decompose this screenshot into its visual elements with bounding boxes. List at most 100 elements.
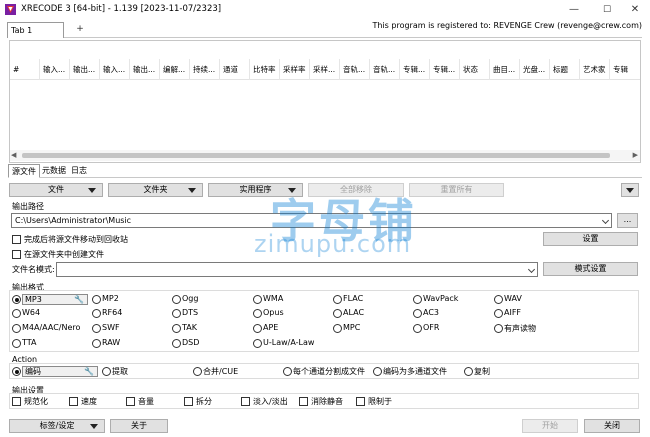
- format-radio-audiobook[interactable]: [494, 324, 503, 333]
- limit-checkbox[interactable]: [356, 397, 365, 406]
- scrollbar-thumb[interactable]: [22, 153, 610, 158]
- format-radio-ogg[interactable]: [172, 295, 181, 304]
- tab-1[interactable]: Tab 1: [7, 22, 64, 38]
- horizontal-scrollbar[interactable]: ◀ ▶: [10, 150, 640, 161]
- column-header[interactable]: 专辑...: [400, 59, 430, 80]
- format-radio-mp3[interactable]: [12, 295, 21, 304]
- column-header[interactable]: 输入...: [40, 59, 70, 80]
- format-radio-ape[interactable]: [253, 324, 262, 333]
- tags-settings-label: 标签/设定: [39, 421, 75, 430]
- wrench-icon[interactable]: 🔧: [74, 295, 84, 304]
- format-radio-ac3[interactable]: [413, 309, 422, 318]
- normalize-checkbox[interactable]: [12, 397, 21, 406]
- speed-checkbox[interactable]: [69, 397, 78, 406]
- action-radio-copy[interactable]: [464, 367, 473, 376]
- action-radio-split-channels[interactable]: [283, 367, 292, 376]
- format-radio-aiff[interactable]: [494, 309, 503, 318]
- minimize-button[interactable]: —: [559, 0, 589, 20]
- speed-label: 速度: [81, 397, 97, 406]
- more-dropdown-button[interactable]: [621, 183, 639, 197]
- format-radio-m4a[interactable]: [12, 324, 21, 333]
- tab-metadata[interactable]: 元数据: [39, 164, 69, 178]
- add-tab-button[interactable]: +: [67, 22, 93, 38]
- browse-button[interactable]: ...: [617, 213, 638, 228]
- column-header[interactable]: 曲目...: [490, 59, 520, 80]
- create-in-source-checkbox[interactable]: [12, 250, 21, 259]
- column-header[interactable]: 专辑...: [430, 59, 460, 80]
- reset-all-button[interactable]: 重置所有: [409, 183, 504, 197]
- tab-source-files[interactable]: 源文件: [8, 164, 40, 178]
- format-mp3-selected[interactable]: MP3 🔧: [22, 294, 88, 305]
- format-radio-ofr[interactable]: [413, 324, 422, 333]
- title-bar: XRECODE 3 [64-bit] - 1.139 [2023-11-07/2…: [0, 0, 650, 20]
- remove-silence-checkbox[interactable]: [299, 397, 308, 406]
- settings-button[interactable]: 设置: [543, 232, 638, 246]
- action-radio-merge-cue[interactable]: [193, 367, 202, 376]
- format-radio-dsd[interactable]: [172, 339, 181, 348]
- close-window-button[interactable]: ✕: [620, 0, 650, 20]
- format-radio-opus[interactable]: [253, 309, 262, 318]
- format-radio-ulaw[interactable]: [253, 339, 262, 348]
- maximize-button[interactable]: ☐: [592, 0, 622, 20]
- tab-log[interactable]: 日志: [68, 164, 90, 178]
- column-header[interactable]: 持续...: [190, 59, 220, 80]
- fade-checkbox[interactable]: [241, 397, 250, 406]
- column-header[interactable]: 艺术家: [580, 59, 610, 80]
- format-label-swf: SWF: [102, 323, 120, 332]
- column-header[interactable]: 通道: [220, 59, 250, 80]
- column-header[interactable]: 采样率: [280, 59, 310, 80]
- format-radio-rf64[interactable]: [92, 309, 101, 318]
- filename-pattern-combo[interactable]: [56, 262, 538, 277]
- format-radio-swf[interactable]: [92, 324, 101, 333]
- format-radio-raw[interactable]: [92, 339, 101, 348]
- column-header[interactable]: 采样...: [310, 59, 340, 80]
- move-source-checkbox[interactable]: [12, 235, 21, 244]
- close-button[interactable]: 关闭: [584, 419, 640, 433]
- format-radio-mp2[interactable]: [92, 295, 101, 304]
- column-header[interactable]: 输出...: [70, 59, 100, 80]
- volume-checkbox[interactable]: [126, 397, 135, 406]
- scroll-left-icon[interactable]: ◀: [11, 150, 16, 161]
- scroll-right-icon[interactable]: ▶: [633, 150, 638, 161]
- start-button[interactable]: 开始: [522, 419, 578, 433]
- column-header[interactable]: 输出...: [130, 59, 160, 80]
- format-radio-dts[interactable]: [172, 309, 181, 318]
- column-header[interactable]: 专辑: [610, 59, 640, 80]
- pattern-settings-button[interactable]: 模式设置: [543, 262, 638, 276]
- column-header[interactable]: 音轨...: [370, 59, 400, 80]
- format-radio-tta[interactable]: [12, 339, 21, 348]
- format-radio-flac[interactable]: [333, 295, 342, 304]
- format-label-ac3: AC3: [423, 308, 440, 317]
- action-encode-selected[interactable]: 编码 🔧: [22, 366, 98, 377]
- tags-settings-dropdown-button[interactable]: 标签/设定: [9, 419, 105, 433]
- action-radio-encode[interactable]: [12, 367, 21, 376]
- folder-dropdown-button[interactable]: 文件夹: [108, 183, 203, 197]
- wrench-icon[interactable]: 🔧: [84, 367, 94, 376]
- split-checkbox[interactable]: [184, 397, 193, 406]
- column-header[interactable]: 音轨...: [340, 59, 370, 80]
- window-title: XRECODE 3 [64-bit] - 1.139 [2023-11-07/2…: [21, 4, 222, 14]
- action-radio-multichannel[interactable]: [373, 367, 382, 376]
- column-header[interactable]: 光盘...: [520, 59, 550, 80]
- format-radio-alac[interactable]: [333, 309, 342, 318]
- column-header[interactable]: #: [10, 59, 40, 80]
- chevron-down-icon: [527, 265, 536, 274]
- format-radio-wavpack[interactable]: [413, 295, 422, 304]
- format-radio-wma[interactable]: [253, 295, 262, 304]
- about-button[interactable]: 关于: [110, 419, 168, 433]
- column-header[interactable]: 输入...: [100, 59, 130, 80]
- format-radio-wav[interactable]: [494, 295, 503, 304]
- limit-label: 限制于: [368, 397, 392, 406]
- format-radio-w64[interactable]: [12, 309, 21, 318]
- column-header[interactable]: 标题: [550, 59, 580, 80]
- split-label: 拆分: [196, 397, 212, 406]
- format-radio-tak[interactable]: [172, 324, 181, 333]
- format-label-ogg: Ogg: [182, 294, 199, 303]
- column-header[interactable]: 编解...: [160, 59, 190, 80]
- folder-button-label: 文件夹: [143, 185, 168, 194]
- action-radio-extract[interactable]: [102, 367, 111, 376]
- file-dropdown-button[interactable]: 文件: [9, 183, 103, 197]
- column-header[interactable]: 比特率: [250, 59, 280, 80]
- format-radio-mpc[interactable]: [333, 324, 342, 333]
- column-header[interactable]: 状态: [460, 59, 490, 80]
